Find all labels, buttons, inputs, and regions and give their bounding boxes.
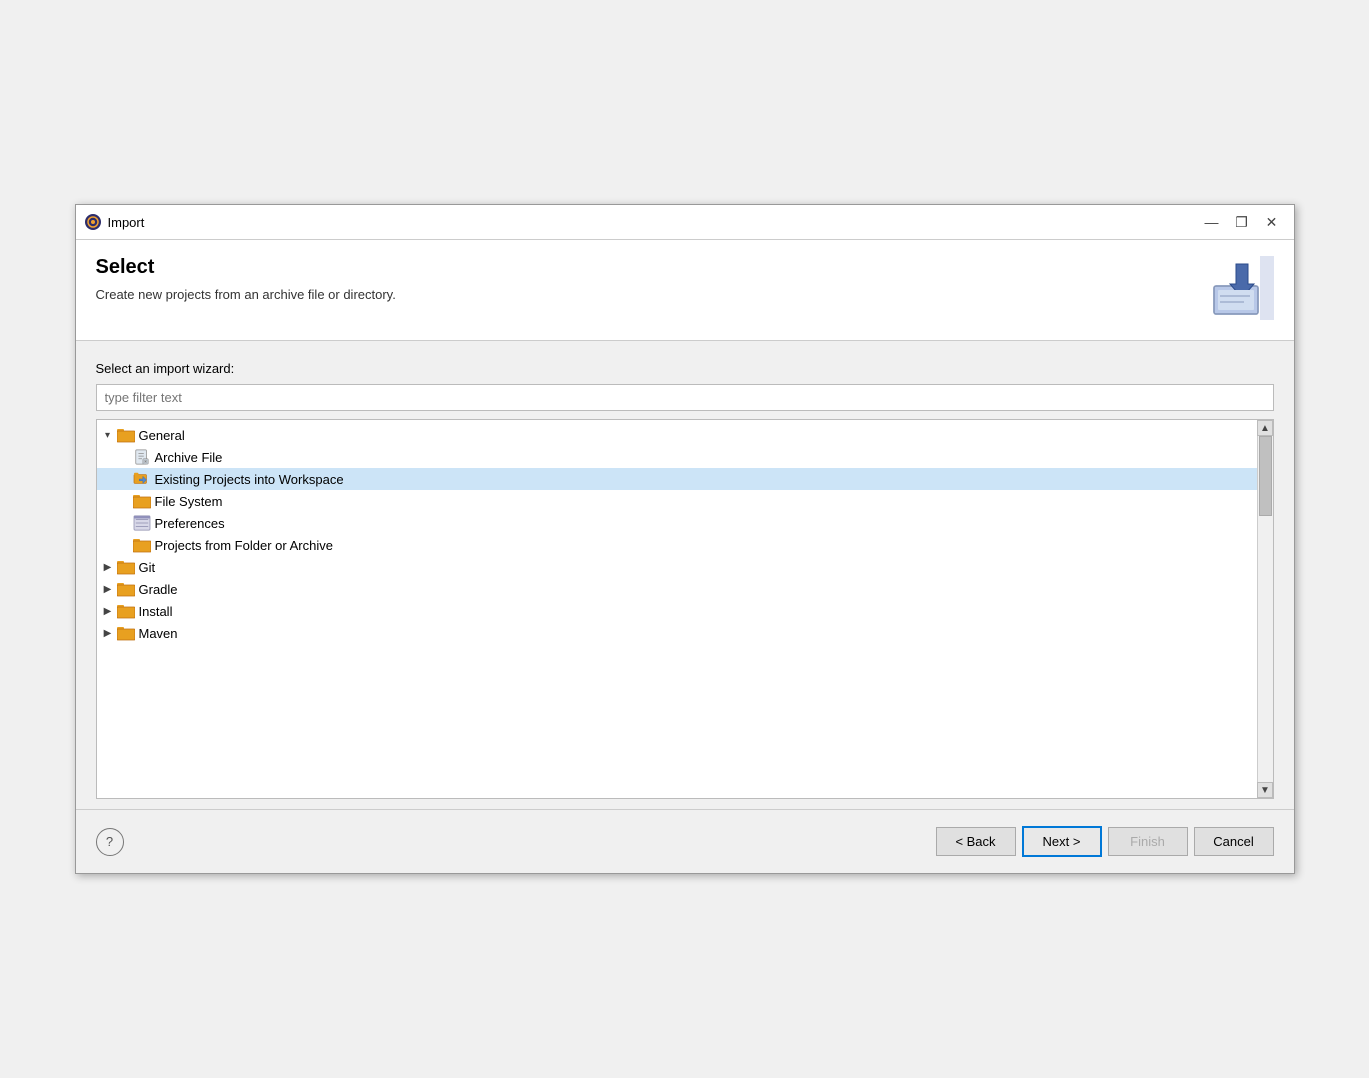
- item-label-existing-projects: Existing Projects into Workspace: [155, 472, 344, 487]
- scroll-down-arrow[interactable]: ▼: [1257, 782, 1273, 798]
- scroll-thumb-area: [1258, 436, 1273, 782]
- header-left: Select Create new projects from an archi…: [96, 256, 396, 302]
- back-button[interactable]: < Back: [936, 827, 1016, 856]
- toggle-general: ▾: [101, 430, 115, 441]
- app-icon: [84, 213, 102, 231]
- item-label-projects-folder: Projects from Folder or Archive: [155, 538, 333, 553]
- toggle-install: ▶: [101, 606, 115, 617]
- filter-input[interactable]: [96, 384, 1274, 411]
- tree-item-gradle[interactable]: ▶ Gradle: [97, 578, 1257, 600]
- tree-item-existing-projects[interactable]: Existing Projects into Workspace: [97, 468, 1257, 490]
- folder-icon-gradle: [117, 581, 135, 597]
- tree-list: ▾ General: [97, 420, 1257, 798]
- item-label-preferences: Preferences: [155, 516, 225, 531]
- item-label-maven: Maven: [139, 626, 178, 641]
- cancel-button[interactable]: Cancel: [1194, 827, 1274, 856]
- folder-icon-projects: [133, 537, 151, 553]
- tree-item-file-system[interactable]: File System: [97, 490, 1257, 512]
- preferences-icon: [133, 515, 151, 531]
- toggle-git: ▶: [101, 562, 115, 573]
- item-label-gradle: Gradle: [139, 582, 178, 597]
- toggle-gradle: ▶: [101, 584, 115, 595]
- restore-button[interactable]: ❐: [1228, 211, 1256, 233]
- scroll-thumb[interactable]: [1259, 436, 1272, 516]
- toggle-maven: ▶: [101, 628, 115, 639]
- finish-button[interactable]: Finish: [1108, 827, 1188, 856]
- tree-item-git[interactable]: ▶ Git: [97, 556, 1257, 578]
- tree-item-maven[interactable]: ▶ Maven: [97, 622, 1257, 644]
- import-icon: [1210, 256, 1274, 320]
- tree-item-install[interactable]: ▶ Install: [97, 600, 1257, 622]
- minimize-button[interactable]: —: [1198, 211, 1226, 233]
- item-label-archive-file: Archive File: [155, 450, 223, 465]
- wizard-label: Select an import wizard:: [96, 361, 1274, 376]
- tree-item-archive-file[interactable]: Archive File: [97, 446, 1257, 468]
- tree-item-projects-folder[interactable]: Projects from Folder or Archive: [97, 534, 1257, 556]
- tree-item-general[interactable]: ▾ General: [97, 424, 1257, 446]
- item-label-general: General: [139, 428, 185, 443]
- folder-icon-general: [117, 427, 135, 443]
- folder-icon-git: [117, 559, 135, 575]
- titlebar: Import — ❐ ✕: [76, 205, 1294, 240]
- titlebar-controls: — ❐ ✕: [1198, 211, 1286, 233]
- archive-file-icon: [133, 449, 151, 465]
- bottom-bar: ? < Back Next > Finish Cancel: [76, 809, 1294, 873]
- folder-icon-filesystem: [133, 493, 151, 509]
- folder-icon-install: [117, 603, 135, 619]
- tree-item-preferences[interactable]: Preferences: [97, 512, 1257, 534]
- help-button[interactable]: ?: [96, 828, 124, 856]
- scroll-up-arrow[interactable]: ▲: [1257, 420, 1273, 436]
- next-button[interactable]: Next >: [1022, 826, 1102, 857]
- folder-icon-maven: [117, 625, 135, 641]
- titlebar-title: Import: [108, 215, 1192, 230]
- existing-projects-icon: [133, 471, 151, 487]
- item-label-git: Git: [139, 560, 156, 575]
- close-button[interactable]: ✕: [1258, 211, 1286, 233]
- import-dialog: Import — ❐ ✕ Select Create new projects …: [75, 204, 1295, 874]
- scrollbar: ▲ ▼: [1257, 420, 1273, 798]
- tree-container: ▾ General: [96, 419, 1274, 799]
- item-label-install: Install: [139, 604, 173, 619]
- content-section: Select an import wizard: ▾ General: [76, 341, 1294, 809]
- header-section: Select Create new projects from an archi…: [76, 240, 1294, 341]
- page-title: Select: [96, 256, 396, 279]
- item-label-file-system: File System: [155, 494, 223, 509]
- page-description: Create new projects from an archive file…: [96, 287, 396, 302]
